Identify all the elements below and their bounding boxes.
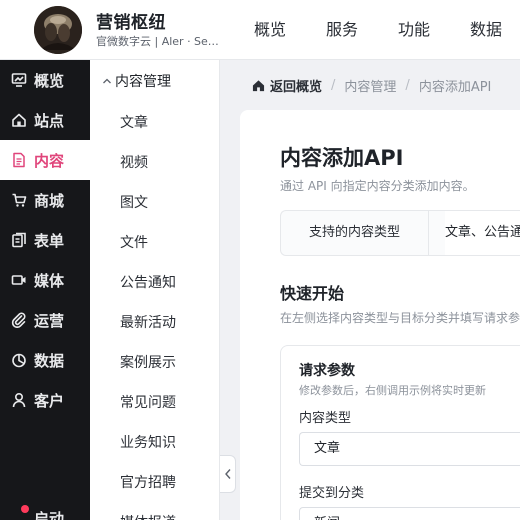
avatar-image-icon	[34, 6, 82, 54]
breadcrumb-home-label: 返回概览	[270, 80, 323, 95]
top-nav-data[interactable]: 数据	[450, 0, 520, 60]
cart-icon	[11, 192, 27, 208]
chevron-left-icon	[224, 469, 231, 479]
sidebar-item-media[interactable]: 媒体	[0, 260, 90, 300]
content-submenu: 内容管理 文章 视频 图文 文件 公告通知 最新活动 案例展示 常见问题 业务知…	[90, 60, 220, 520]
chevron-up-icon	[103, 78, 111, 84]
submenu-item-file[interactable]: 文件	[120, 232, 148, 252]
brand-subtitle: 官微数字云 | Aler · Se…	[96, 35, 219, 48]
notification-dot	[21, 505, 29, 513]
sidebar-item-label: 运营	[34, 311, 65, 330]
submenu-item-notice[interactable]: 公告通知	[120, 272, 176, 292]
quickstart-description: 在左侧选择内容类型与目标分类并填写请求参数	[280, 311, 520, 325]
paperclip-icon	[11, 312, 27, 328]
submenu-group-toggle[interactable]: 内容管理	[102, 71, 171, 91]
sidebar-item-overview[interactable]: 概览	[0, 60, 90, 100]
document-icon	[11, 152, 27, 168]
request-params-title: 请求参数	[299, 363, 355, 379]
sidebar-item-forms[interactable]: 表单	[0, 220, 90, 260]
breadcrumb-current-page: 内容添加API	[418, 80, 492, 95]
quickstart-title: 快速开始	[280, 284, 345, 303]
page-description: 通过 API 向指定内容分类添加内容。	[280, 179, 475, 193]
sidebar-item-operations[interactable]: 运营	[0, 300, 90, 340]
collapse-submenu-button[interactable]	[220, 455, 236, 493]
request-params-hint: 修改参数后，右侧调用示例将实时更新	[299, 384, 486, 397]
submenu-item-cases[interactable]: 案例展示	[120, 352, 176, 372]
sidebar-item-site[interactable]: 站点	[0, 100, 90, 140]
main-content-card: 内容添加API 通过 API 向指定内容分类添加内容。 支持的内容类型 文章、公…	[240, 110, 520, 520]
pie-chart-icon	[11, 352, 27, 368]
supported-types-box: 支持的内容类型 文章、公告通知	[280, 210, 520, 256]
request-params-panel: 请求参数 修改参数后，右侧调用示例将实时更新 内容类型 文章 提交到分类 新闻	[280, 345, 520, 520]
sidebar-item-label: 数据	[34, 351, 65, 370]
submenu-item-faq[interactable]: 常见问题	[120, 392, 176, 412]
form-icon	[11, 232, 27, 248]
submenu-item-article[interactable]: 文章	[120, 112, 148, 132]
dashboard-icon	[11, 72, 27, 88]
sidebar-item-shop[interactable]: 商城	[0, 180, 90, 220]
content-type-label: 内容类型	[299, 411, 352, 426]
sidebar-item-launch[interactable]: 启动	[11, 505, 65, 520]
brand-title: 营销枢纽	[96, 13, 166, 33]
category-select[interactable]: 新闻	[299, 507, 520, 520]
submenu-item-image-text[interactable]: 图文	[120, 192, 148, 212]
page-title: 内容添加API	[280, 146, 404, 170]
top-nav-services[interactable]: 服务	[306, 0, 378, 60]
submenu-item-recruitment[interactable]: 官方招聘	[120, 472, 176, 492]
user-icon	[11, 392, 27, 408]
sidebar-item-label: 表单	[34, 231, 65, 250]
breadcrumb-home[interactable]: 返回概览	[252, 76, 322, 95]
breadcrumb-content-management[interactable]: 内容管理	[344, 76, 396, 95]
top-nav: 概览 服务 功能 数据	[234, 0, 520, 60]
breadcrumb-separator: /	[331, 78, 336, 93]
sidebar-item-label: 媒体	[34, 271, 65, 290]
breadcrumb: 返回概览 / 内容管理 / 内容添加API	[252, 76, 491, 95]
sidebar-item-content[interactable]: 内容	[0, 140, 90, 180]
sidebar-item-label: 启动	[34, 510, 65, 520]
sidebar-item-label: 站点	[34, 111, 65, 130]
home-icon	[11, 112, 27, 128]
sidebar-item-customers[interactable]: 客户	[0, 380, 90, 420]
submenu-item-press[interactable]: 媒体报道	[120, 512, 176, 520]
supported-types-label: 支持的内容类型	[281, 211, 429, 255]
submenu-item-video[interactable]: 视频	[120, 152, 148, 172]
sidebar-item-label: 商城	[34, 191, 65, 210]
breadcrumb-separator: /	[405, 78, 410, 93]
video-icon	[11, 272, 27, 288]
submenu-item-events[interactable]: 最新活动	[120, 312, 176, 332]
sidebar-item-data[interactable]: 数据	[0, 340, 90, 380]
sidebar-item-label: 内容	[34, 151, 65, 170]
primary-sidebar: 概览 站点 内容 商城 表单 媒体 运营 数据 客户 启动	[0, 60, 90, 520]
top-nav-features[interactable]: 功能	[378, 0, 450, 60]
top-nav-overview[interactable]: 概览	[234, 0, 306, 60]
app-header: 营销枢纽 官微数字云 | Aler · Se… 概览 服务 功能 数据	[0, 0, 520, 60]
submenu-group-title: 内容管理	[115, 74, 171, 90]
content-type-select[interactable]: 文章	[299, 432, 520, 466]
sidebar-item-label: 客户	[34, 391, 65, 410]
supported-types-value: 文章、公告通知	[445, 211, 520, 255]
submenu-item-knowledge[interactable]: 业务知识	[120, 432, 176, 452]
brand-avatar[interactable]	[34, 6, 82, 54]
home-icon	[252, 80, 265, 92]
sidebar-item-label: 概览	[34, 71, 65, 90]
category-label: 提交到分类	[299, 486, 365, 501]
